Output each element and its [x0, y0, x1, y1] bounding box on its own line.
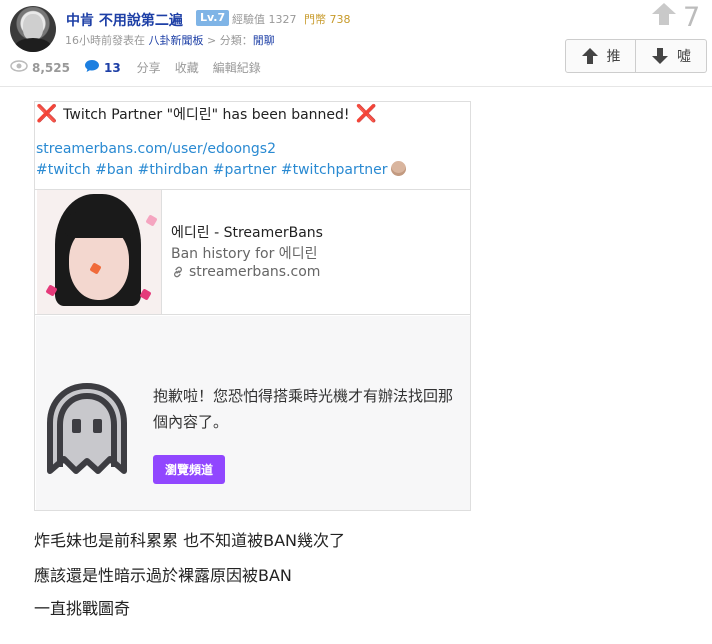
vote-total: 7: [651, 2, 700, 33]
author-avatar[interactable]: [10, 6, 56, 52]
tweet-text: ❌ Twitch Partner "에디린" has been banned! …: [36, 104, 377, 124]
post-time: 16小時前發表在: [65, 34, 145, 47]
edit-history-link[interactable]: 編輯紀錄: [213, 59, 261, 76]
post-body-line: 炸毛妹也是前科累累 也不知道被BAN幾次了: [34, 531, 345, 550]
preview-title[interactable]: 에디린 - StreamerBans: [171, 222, 323, 242]
board-link[interactable]: 八卦新聞板: [149, 34, 204, 47]
preview-domain-text[interactable]: streamerbans.com: [189, 264, 320, 280]
twitch-unavailable-message: 抱歉啦！您恐怕得搭乘時光機才有辦法找回那個內容了。: [153, 387, 454, 431]
arrow-down-icon: [652, 48, 668, 64]
card-divider: [35, 314, 470, 315]
downvote-label: 噓: [677, 49, 691, 65]
preview-domain[interactable]: streamerbans.com: [171, 264, 320, 280]
post-stats: 8,525 13 分享 收藏 編輯紀錄: [10, 59, 275, 76]
tweet-link[interactable]: streamerbans.com/user/edoongs2: [36, 141, 276, 157]
view-count: 8,525: [32, 60, 70, 75]
exp-value: 經驗值 1327: [232, 13, 297, 26]
hashtag-list[interactable]: #twitch #ban #thirdban #partner #twitchp…: [36, 162, 387, 178]
eye-icon: [10, 60, 28, 75]
browse-channel-button[interactable]: 瀏覽頻道: [153, 455, 225, 484]
link-icon: [174, 266, 182, 278]
ghost-icon: [46, 383, 128, 481]
favorite-button[interactable]: 收藏: [175, 59, 199, 76]
post-meta: 16小時前發表在 八卦新聞板 > 分類：閒聊: [65, 32, 275, 48]
comment-count[interactable]: 13: [104, 61, 121, 75]
preview-description: Ban history for 에디린: [171, 246, 318, 262]
coin-value: 門幣 738: [304, 13, 351, 26]
post-body-line: 一直挑戰圖奇: [34, 599, 131, 618]
cross-mark-icon: ❌: [355, 104, 377, 124]
downvote-button[interactable]: 噓: [636, 39, 707, 73]
post-body-line: 應該還是性暗示過於裸露原因被BAN: [34, 566, 292, 585]
arrow-up-icon: [651, 2, 683, 33]
upvote-button[interactable]: 推: [565, 39, 636, 73]
upvote-label: 推: [606, 49, 621, 65]
header-divider: [0, 86, 712, 87]
category-label: 分類：: [219, 34, 253, 47]
author-name[interactable]: 中肯 不用說第二遍: [66, 10, 183, 30]
comment-icon[interactable]: [84, 59, 100, 76]
breadcrumb-sep: >: [207, 34, 217, 47]
tweet-headline: Twitch Partner "에디린" has been banned!: [63, 107, 350, 123]
cross-mark-icon: ❌: [36, 104, 58, 124]
arrow-up-icon: [581, 48, 598, 64]
preview-thumbnail[interactable]: [37, 190, 162, 314]
share-button[interactable]: 分享: [137, 59, 161, 76]
category-link[interactable]: 閒聊: [253, 34, 275, 47]
tweet-hashtags[interactable]: #twitch #ban #thirdban #partner #twitchp…: [36, 161, 407, 178]
level-badge: Lv.7: [196, 10, 230, 26]
vote-count: 7: [683, 2, 701, 33]
face-emoji-icon: [391, 161, 407, 176]
